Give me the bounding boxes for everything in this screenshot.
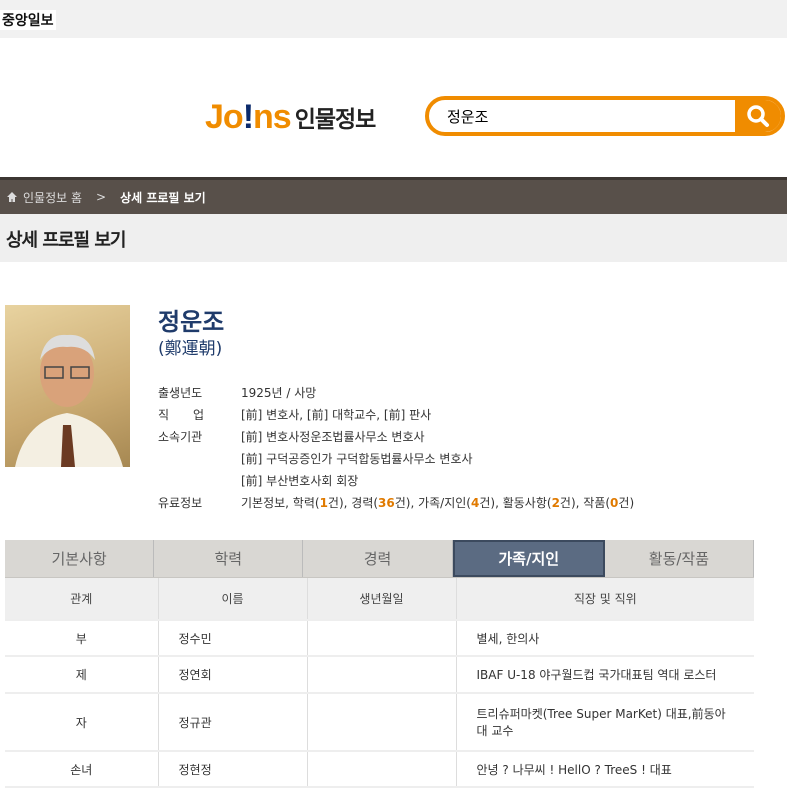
info-value: [前] 변호사, [前] 대학교수, [前] 판사 (241, 407, 432, 422)
home-icon[interactable] (6, 191, 18, 203)
tab-basic[interactable]: 기본사항 (5, 540, 155, 577)
profile-info: 출생년도 1925년 / 사망 직 업 [前] 변호사, [前] 대학교수, [前]… (158, 381, 634, 513)
info-row: [前] 부산변호사회 회장 (158, 469, 634, 491)
joins-logo[interactable]: Jo!ns 인물정보 (205, 97, 377, 136)
info-row: 소속기관 [前] 변호사정운조법률사무소 변호사 (158, 425, 634, 447)
paid-text: 건) (618, 495, 635, 510)
search-input[interactable] (447, 104, 727, 128)
logo-text: ns (253, 97, 292, 136)
paid-text: 건), 활동사항( (479, 495, 552, 510)
info-row: [前] 구덕공증인가 구덕합동법률사무소 변호사 (158, 447, 634, 469)
breadcrumb-separator: > (96, 190, 107, 204)
paid-text: 건), 작품( (559, 495, 611, 510)
name-cell: 정현정 (158, 750, 308, 788)
info-row: 직 업 [前] 변호사, [前] 대학교수, [前] 판사 (158, 403, 634, 425)
tab-activities[interactable]: 활동/작품 (605, 540, 755, 577)
info-row: 출생년도 1925년 / 사망 (158, 381, 634, 403)
relation-cell: 손녀 (5, 750, 159, 788)
paid-info-row: 유료정보 기본정보, 학력(1건), 경력(36건), 가족/지인(4건), 활… (158, 491, 634, 513)
search-box (425, 96, 785, 136)
info-label: 출생년도 (158, 385, 203, 400)
position-cell: 트리슈퍼마켓(Tree Super MarKet) 대표,前동아대 교수 (456, 692, 754, 751)
top-bar: 중앙일보 (0, 0, 787, 38)
relation-cell: 자 (5, 692, 159, 751)
table-row: 부 정수민 별세, 한의사 (5, 619, 754, 656)
birth-cell (307, 750, 457, 788)
search-icon (747, 105, 769, 127)
column-header: 직장 및 직위 (456, 578, 754, 620)
tab-career[interactable]: 경력 (303, 540, 453, 577)
logo-subtitle: 인물정보 (294, 107, 377, 133)
breadcrumb-home-link[interactable]: 인물정보 홈 (23, 189, 82, 206)
family-table: 관계 이름 생년월일 직장 및 직위 부 정수민 별세, 한의사 제 정연회 IBAF … (5, 578, 754, 788)
paid-count: 1 (319, 495, 328, 510)
paid-text: 건), 가족/지인( (394, 495, 471, 510)
name-cell: 정규관 (158, 692, 308, 751)
profile-hanja: (鄭運朝) (158, 339, 223, 359)
table-row: 자 정규관 트리슈퍼마켓(Tree Super MarKet) 대표,前동아대 교수 (5, 692, 754, 751)
position-cell: IBAF U-18 야구월드컵 국가대표팀 역대 로스터 (456, 655, 754, 693)
info-value: [前] 구덕공증인가 구덕합동법률사무소 변호사 (241, 451, 473, 466)
profile-name: 정운조 (158, 308, 225, 336)
info-label: 직 업 (158, 407, 205, 422)
name-cell: 정연회 (158, 655, 308, 693)
column-header: 이름 (158, 578, 308, 620)
column-header: 생년월일 (307, 578, 457, 620)
logo-text: ! (242, 97, 254, 136)
title-band: 상세 프로필 보기 (0, 214, 787, 262)
birth-cell (307, 619, 457, 656)
birth-cell (307, 655, 457, 693)
paid-text: 건), 경력( (327, 495, 379, 510)
logo-text: Jo (205, 97, 244, 136)
relation-cell: 부 (5, 619, 159, 656)
info-label: 유료정보 (158, 495, 203, 510)
page-title: 상세 프로필 보기 (6, 230, 126, 251)
info-value: [前] 부산변호사회 회장 (241, 473, 359, 488)
search-button[interactable] (735, 100, 781, 132)
breadcrumb: 인물정보 홈 > 상세 프로필 보기 (0, 177, 787, 214)
table-row: 제 정연회 IBAF U-18 야구월드컵 국가대표팀 역대 로스터 (5, 655, 754, 693)
info-value: 1925년 / 사망 (241, 385, 317, 400)
birth-cell (307, 692, 457, 751)
tab-family[interactable]: 가족/지인 (452, 540, 605, 577)
paid-count: 2 (551, 495, 560, 510)
table-row: 손녀 정현정 안녕 ? 나무씨 ! HellO ? TreeS ! 대표 (5, 750, 754, 788)
paid-count: 36 (378, 495, 395, 510)
column-header: 관계 (5, 578, 159, 620)
relation-cell: 제 (5, 655, 159, 693)
profile-tabs: 기본사항 학력 경력 가족/지인 활동/작품 (5, 540, 755, 578)
position-cell: 별세, 한의사 (456, 619, 754, 656)
info-value: [前] 변호사정운조법률사무소 변호사 (241, 429, 425, 444)
tab-education[interactable]: 학력 (154, 540, 304, 577)
info-label: 소속기관 (158, 429, 203, 444)
joongang-logo[interactable]: 중앙일보 (0, 10, 56, 30)
paid-text: 기본정보, 학력( (241, 495, 320, 510)
paid-info-value: 기본정보, 학력(1건), 경력(36건), 가족/지인(4건), 활동사항(2… (241, 494, 634, 511)
table-header-row: 관계 이름 생년월일 직장 및 직위 (5, 578, 754, 620)
position-cell: 안녕 ? 나무씨 ! HellO ? TreeS ! 대표 (456, 750, 754, 788)
name-cell: 정수민 (158, 619, 308, 656)
breadcrumb-current: 상세 프로필 보기 (120, 190, 206, 205)
profile-photo (5, 305, 130, 467)
